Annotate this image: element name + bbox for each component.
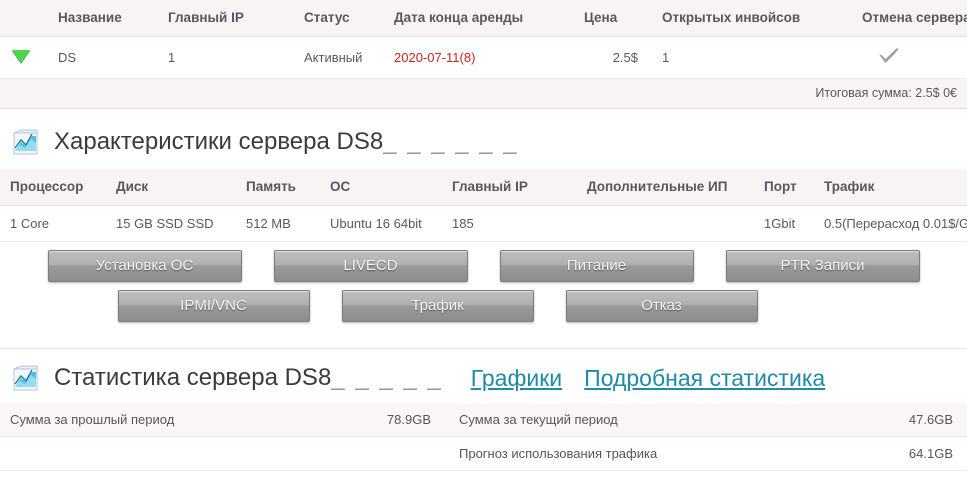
- specs-title-redaction: _ _ _ _ _ _: [383, 128, 519, 155]
- stats-title-text: Статистика сервера DS8: [54, 364, 332, 391]
- cell-server-name: DS: [52, 36, 162, 79]
- power-button[interactable]: Питание: [499, 250, 694, 282]
- col-cpu: Процессор: [0, 169, 110, 206]
- current-period-label: Сумма за текущий период: [445, 403, 835, 437]
- col-disk: Диск: [110, 169, 240, 206]
- current-period-value: 47.6GB: [835, 403, 967, 437]
- actions-row-1: Установка ОС LIVECD Питание PTR Записи: [0, 250, 967, 282]
- col-os: ОС: [324, 169, 446, 206]
- col-name: Название: [52, 0, 162, 37]
- detailed-stats-link[interactable]: Подробная статистика: [584, 365, 825, 392]
- redaction-block-ip: [175, 53, 266, 65]
- col-price: Цена: [578, 0, 656, 37]
- cell-disk: 15 GB SSD SSD: [110, 205, 240, 242]
- total-sum-row: Итоговая сумма: 2.5$ 0€: [0, 78, 967, 109]
- traffic-button[interactable]: Трафик: [341, 290, 534, 322]
- prev-period-value: 78.9GB: [330, 403, 445, 437]
- col-open-invoices: Открытых инвойсов: [656, 0, 856, 37]
- col-main-ip: Главный IP: [162, 0, 298, 37]
- col-additional-ips: Дополнительные ИП: [581, 169, 758, 206]
- cell-main-ip: 1: [162, 36, 298, 79]
- cell-os: Ubuntu 16 64bit: [324, 205, 446, 242]
- col-spec-main-ip: Главный IP: [446, 169, 581, 206]
- col-rent-end-date: Дата конца аренды: [388, 0, 578, 37]
- redaction-block-name: [76, 53, 139, 65]
- table-row[interactable]: DS 1 Активный 2020-07-11(8) 2.5$ 1: [0, 36, 967, 79]
- servers-table: Название Главный IP Статус Дата конца ар…: [0, 0, 967, 109]
- cell-status: Активный: [298, 36, 388, 79]
- empty-label: [0, 436, 330, 471]
- actions-row-2: IPMI/VNC Трафик Отказ: [0, 290, 967, 322]
- cell-price: 2.5$: [578, 36, 656, 79]
- gray-check-icon[interactable]: [878, 47, 900, 65]
- cell-cancel-server[interactable]: [856, 36, 967, 79]
- col-memory: Память: [240, 169, 324, 206]
- stats-title: Статистика сервера DS8_ _ _ _ _: [54, 364, 443, 392]
- cell-open-invoices: 1: [656, 36, 856, 79]
- chart-icon: [10, 127, 40, 157]
- cell-memory: 512 MB: [240, 205, 324, 242]
- col-expand: [0, 0, 52, 37]
- server-specs-table: Процессор Диск Память ОС Главный IP Допо…: [0, 169, 967, 242]
- main-ip-text: 1: [168, 50, 176, 65]
- cell-port: 1Gbit: [758, 205, 818, 242]
- stats-section-header: Статистика сервера DS8_ _ _ _ _ Графики …: [0, 349, 967, 403]
- stats-links: Графики Подробная статистика: [471, 365, 825, 392]
- col-traffic: Трафик: [818, 169, 967, 206]
- spec-main-ip-text: 185: [452, 216, 474, 231]
- col-cancel-server: Отмена сервера: [856, 0, 967, 37]
- prev-period-label: Сумма за прошлый период: [0, 403, 330, 437]
- specs-title-text: Характеристики сервера DS8: [54, 128, 384, 155]
- specs-section-header: Характеристики сервера DS8_ _ _ _ _ _: [0, 109, 967, 169]
- cell-spec-main-ip: 185: [446, 205, 581, 242]
- specs-row: 1 Core 15 GB SSD SSD 512 MB Ubuntu 16 64…: [0, 205, 967, 242]
- green-triangle-down-icon[interactable]: [12, 49, 30, 63]
- cell-traffic: 0.5(Перерасход 0.01$/Gb): [818, 205, 967, 242]
- col-port: Порт: [758, 169, 818, 206]
- ipmi-vnc-button[interactable]: IPMI/VNC: [117, 290, 310, 322]
- traffic-forecast-value: 64.1GB: [835, 436, 967, 471]
- server-name-text: DS: [58, 50, 77, 65]
- cell-cpu: 1 Core: [0, 205, 110, 242]
- traffic-stats-table: Сумма за прошлый период 78.9GB Сумма за …: [0, 403, 967, 471]
- ptr-records-button[interactable]: PTR Записи: [725, 250, 920, 282]
- server-details-page: Название Главный IP Статус Дата конца ар…: [0, 0, 967, 502]
- cell-rent-end-date: 2020-07-11(8): [388, 36, 578, 79]
- cancel-service-button[interactable]: Отказ: [565, 290, 758, 322]
- redaction-block-additional-ips: [587, 219, 717, 231]
- stats-title-redaction: _ _ _ _ _: [331, 364, 443, 391]
- chart-icon: [10, 363, 40, 393]
- cell-additional-ips: [581, 205, 758, 242]
- specs-header-row: Процессор Диск Память ОС Главный IP Допо…: [0, 169, 967, 206]
- page-title: Характеристики сервера DS8_ _ _ _ _ _: [54, 128, 519, 156]
- col-status: Статус: [298, 0, 388, 37]
- server-actions: Установка ОС LIVECD Питание PTR Записи I…: [0, 242, 967, 336]
- servers-table-header-row: Название Главный IP Статус Дата конца ар…: [0, 0, 967, 37]
- traffic-forecast-label: Прогноз использования трафика: [445, 436, 835, 471]
- livecd-button[interactable]: LIVECD: [273, 250, 468, 282]
- redaction-block-spec-ip: [473, 219, 546, 231]
- total-sum-label: Итоговая сумма: 2.5$ 0€: [0, 78, 967, 109]
- graphs-link[interactable]: Графики: [471, 365, 562, 392]
- stats-row-2: Прогноз использования трафика 64.1GB: [0, 436, 967, 471]
- empty-value: [330, 436, 445, 471]
- expand-cell[interactable]: [0, 36, 52, 79]
- stats-row-1: Сумма за прошлый период 78.9GB Сумма за …: [0, 403, 967, 437]
- install-os-button[interactable]: Установка ОС: [47, 250, 242, 282]
